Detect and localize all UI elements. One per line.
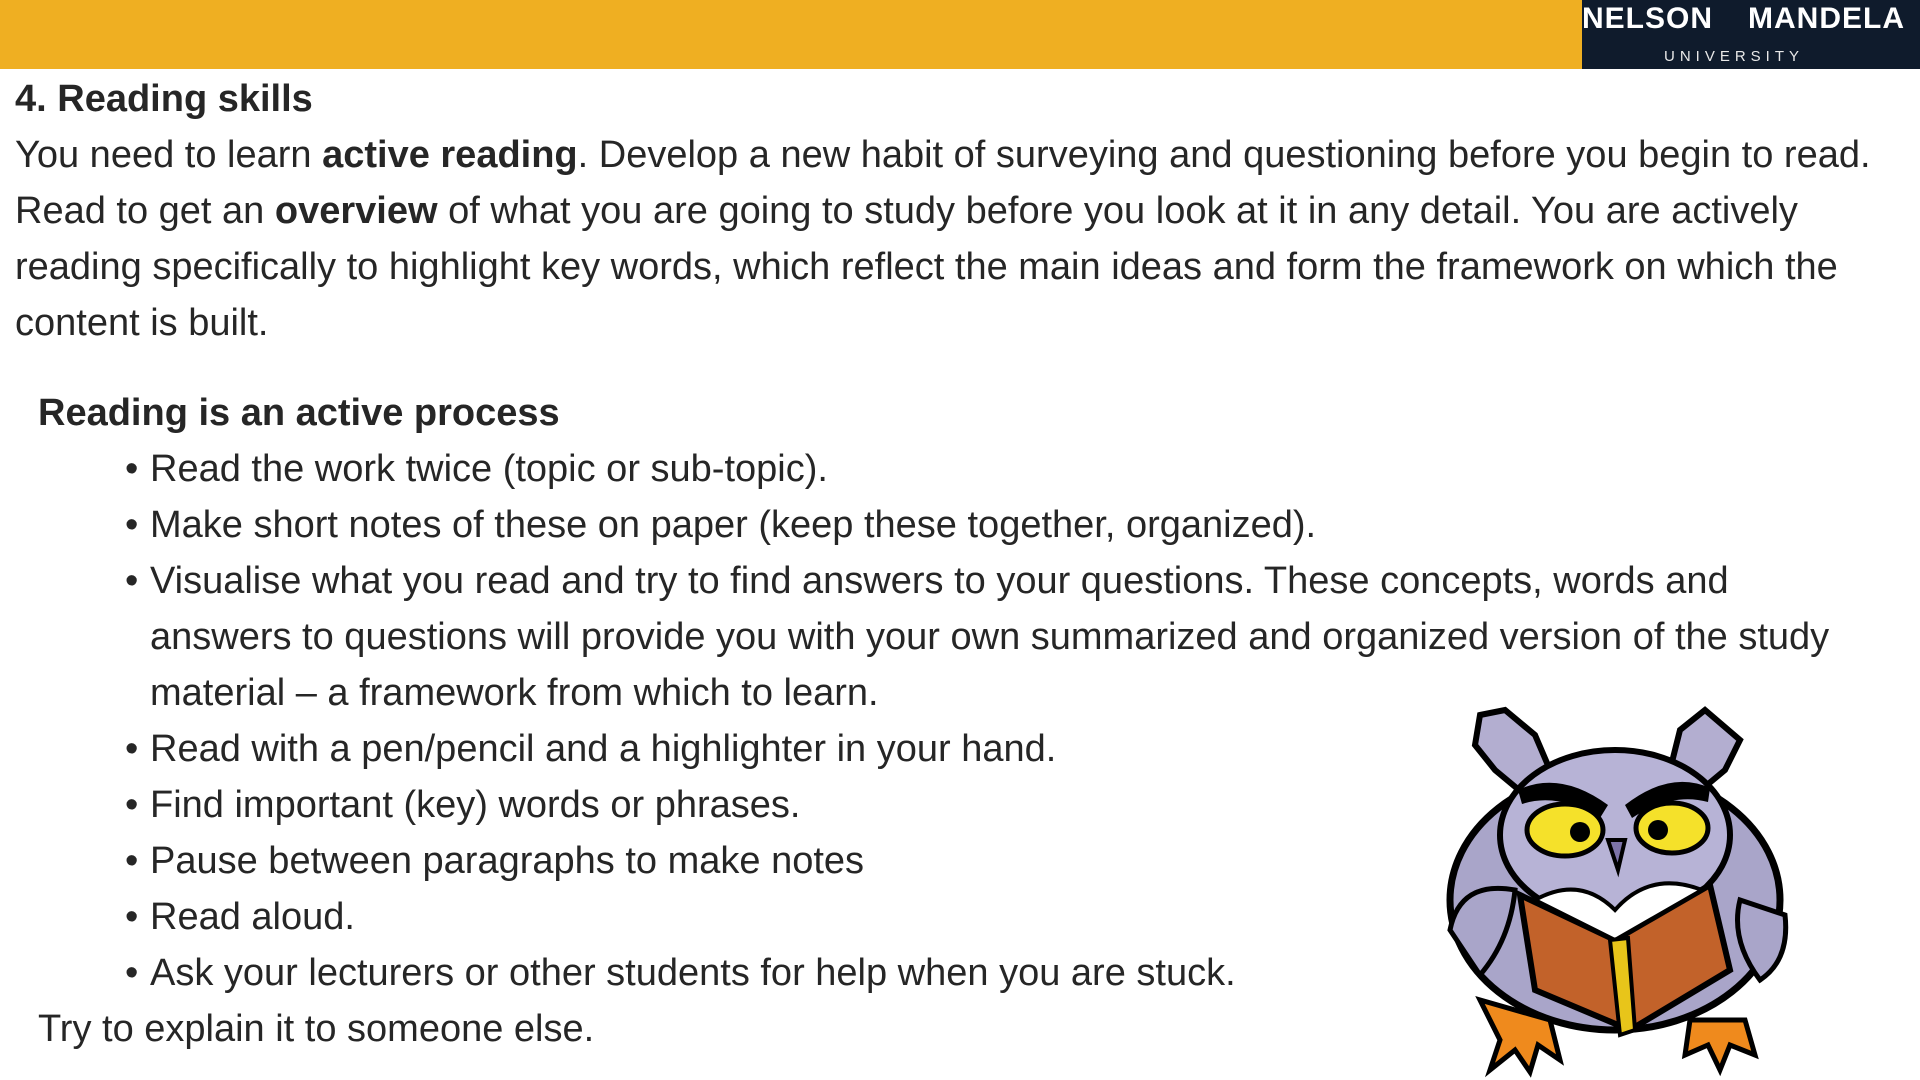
bullet-item: Make short notes of these on paper (keep… [125,497,1880,553]
logo-word-nelson: NELSON [1582,2,1714,35]
intro-bold-overview: overview [274,190,438,232]
logo-subtitle: UNIVERSITY [1664,48,1805,65]
section-heading: 4. Reading skills [15,78,313,120]
process-title: Reading is an active process [38,392,560,434]
bullet-item: Visualise what you read and try to find … [125,553,1870,721]
bullet-item: Read the work twice (topic or sub-topic)… [125,441,1880,497]
university-logo: NELSON MANDELA UNIVERSITY [1582,0,1920,69]
slide-content: 4. Reading skills You need to learn acti… [15,71,1895,351]
owl-reading-book-icon [1446,706,1789,1078]
intro-bold-active-reading: active reading [322,134,578,176]
intro-paragraph: You need to learn active reading. Develo… [15,127,1885,351]
logo-wordmark: NELSON MANDELA [1582,2,1920,36]
logo-word-mandela: MANDELA [1748,2,1905,35]
intro-text-1: You need to learn [15,134,323,176]
